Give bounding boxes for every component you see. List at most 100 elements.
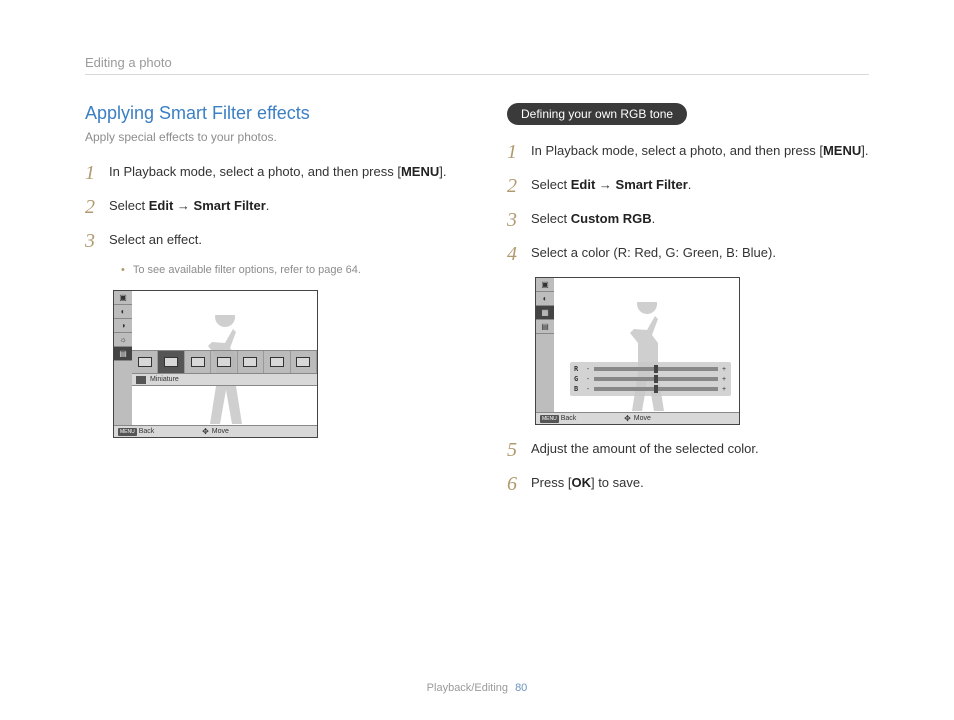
step-number: 6 <box>507 473 521 495</box>
menu-label: MENU <box>823 143 861 158</box>
nav-icon: ✥ <box>624 414 631 423</box>
step-item: 5 Adjust the amount of the selected colo… <box>507 439 869 461</box>
arrow-separator: → <box>595 177 615 192</box>
plus-icon: + <box>721 386 727 393</box>
step-text-part: Press [ <box>531 475 571 490</box>
slider-track <box>594 377 718 381</box>
filter-chip-icon <box>136 376 146 384</box>
ok-label: OK <box>571 475 591 490</box>
tool-icon: ◐ <box>536 292 554 306</box>
step-text-part: . <box>652 211 656 226</box>
move-control: ✥ Move <box>624 414 651 423</box>
step-item: 6 Press [OK] to save. <box>507 473 869 495</box>
step-text: Select Custom RGB. <box>531 209 869 229</box>
tool-icon: ▣ <box>114 291 132 305</box>
minus-icon: - <box>585 376 591 383</box>
manual-page: Editing a photo Applying Smart Filter ef… <box>0 0 954 720</box>
chapter-label: Editing a photo <box>85 55 869 70</box>
minus-icon: - <box>585 386 591 393</box>
step-text-part: Select <box>531 211 571 226</box>
step-text-part: . <box>266 198 270 213</box>
page-number: 80 <box>515 682 527 694</box>
edit-label: Edit <box>149 198 174 213</box>
smart-filter-label: Smart Filter <box>616 177 688 192</box>
tool-icon: ▤ <box>536 320 554 334</box>
menu-chip-icon: MENU <box>540 415 559 423</box>
cam-sidebar: ▣ ◐ ◑ ☼ ▤ <box>114 291 132 425</box>
filter-name-label: Miniature <box>150 376 179 383</box>
g-label: G <box>574 375 582 383</box>
footer-section: Playback/Editing <box>427 682 508 694</box>
step-text: Select Edit → Smart Filter. <box>531 175 869 195</box>
smart-filter-label: Smart Filter <box>194 198 266 213</box>
right-column: Defining your own RGB tone 1 In Playback… <box>507 103 869 507</box>
step-number: 1 <box>507 141 521 163</box>
tool-icon: ◑ <box>114 319 132 333</box>
b-label: B <box>574 385 582 393</box>
filter-thumb <box>185 351 211 373</box>
filter-icon-row <box>132 350 317 374</box>
tool-icon: ▣ <box>536 278 554 292</box>
move-label: Move <box>634 415 651 422</box>
step-text-part: . <box>688 177 692 192</box>
step-text: Select an effect. <box>109 230 447 250</box>
edit-label: Edit <box>571 177 596 192</box>
step-number: 5 <box>507 439 521 461</box>
left-steps: 1 In Playback mode, select a photo, and … <box>85 162 447 252</box>
page-footer: Playback/Editing 80 <box>0 682 954 694</box>
note-text: To see available filter options, refer t… <box>133 264 361 276</box>
tool-icon-selected: ▤ <box>114 347 132 361</box>
right-steps: 1 In Playback mode, select a photo, and … <box>507 141 869 265</box>
filter-thumb <box>238 351 264 373</box>
right-steps-continued: 5 Adjust the amount of the selected colo… <box>507 439 869 495</box>
step-number: 4 <box>507 243 521 265</box>
rgb-sliders: R - + G - + B - + <box>570 362 731 396</box>
step-text: In Playback mode, select a photo, and th… <box>531 141 869 161</box>
step-number: 2 <box>507 175 521 197</box>
custom-rgb-label: Custom RGB <box>571 211 652 226</box>
step-text-part: Select <box>109 198 149 213</box>
back-control: MENU Back <box>540 415 576 423</box>
left-column: Applying Smart Filter effects Apply spec… <box>85 103 447 507</box>
filter-thumb <box>264 351 290 373</box>
filter-thumb <box>132 351 158 373</box>
step-text: Adjust the amount of the selected color. <box>531 439 869 459</box>
content-columns: Applying Smart Filter effects Apply spec… <box>85 103 869 507</box>
step-item: 1 In Playback mode, select a photo, and … <box>507 141 869 163</box>
header-divider <box>85 74 869 75</box>
rgb-row-r: R - + <box>574 365 727 373</box>
step-number: 1 <box>85 162 99 184</box>
filter-thumb-selected <box>158 351 184 373</box>
slider-track <box>594 387 718 391</box>
tool-icon-selected: ▦ <box>536 306 554 320</box>
step-text-part: ] to save. <box>591 475 644 490</box>
tool-icon: ◐ <box>114 305 132 319</box>
section-title: Applying Smart Filter effects <box>85 103 447 124</box>
back-label: Back <box>561 415 577 422</box>
step-text: Select a color (R: Red, G: Green, B: Blu… <box>531 243 869 263</box>
minus-icon: - <box>585 366 591 373</box>
step-item: 2 Select Edit → Smart Filter. <box>507 175 869 197</box>
note-bullet: To see available filter options, refer t… <box>121 264 447 276</box>
step-text-part: Select <box>531 177 571 192</box>
step-item: 3 Select Custom RGB. <box>507 209 869 231</box>
rgb-row-g: G - + <box>574 375 727 383</box>
step-item: 1 In Playback mode, select a photo, and … <box>85 162 447 184</box>
rgb-row-b: B - + <box>574 385 727 393</box>
move-label: Move <box>212 428 229 435</box>
subheading-pill: Defining your own RGB tone <box>507 103 687 125</box>
step-item: 4 Select a color (R: Red, G: Green, B: B… <box>507 243 869 265</box>
step-text-part: ]. <box>861 143 868 158</box>
step-text-part: In Playback mode, select a photo, and th… <box>531 143 823 158</box>
menu-label: MENU <box>401 164 439 179</box>
cam-sidebar: ▣ ◐ ▦ ▤ <box>536 278 554 412</box>
step-text: Select Edit → Smart Filter. <box>109 196 447 216</box>
plus-icon: + <box>721 376 727 383</box>
filter-thumb <box>291 351 317 373</box>
cam-bottom-bar: MENU Back ✥ Move <box>114 425 317 437</box>
step-item: 3 Select an effect. <box>85 230 447 252</box>
step-number: 2 <box>85 196 99 218</box>
menu-chip-icon: MENU <box>118 428 137 436</box>
slider-track <box>594 367 718 371</box>
camera-ui-smart-filter: ▣ ◐ ◑ ☼ ▤ <box>113 290 318 438</box>
